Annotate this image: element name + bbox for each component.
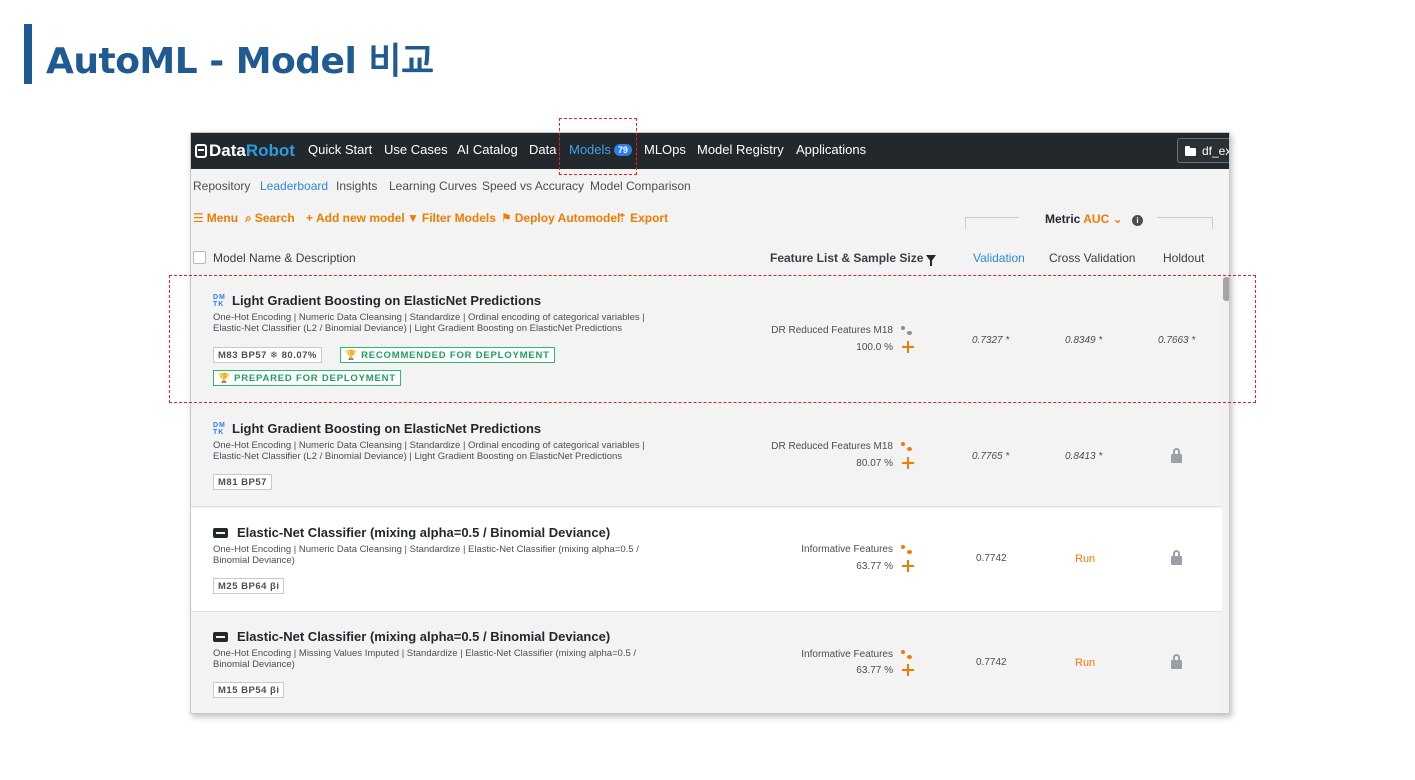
chevron-down-icon: ⌄ bbox=[1109, 212, 1123, 226]
add-sample-icon[interactable] bbox=[902, 560, 914, 572]
filter-icon: ▼ bbox=[407, 211, 419, 225]
funnel-icon[interactable] bbox=[926, 255, 937, 266]
model-id-tag: M15 BP54 βi bbox=[213, 682, 285, 698]
column-validation[interactable]: Validation bbox=[973, 251, 1025, 265]
elastic-net-icon bbox=[213, 528, 228, 538]
menu-icon: ☰ bbox=[193, 211, 204, 225]
column-holdout[interactable]: Holdout bbox=[1163, 251, 1204, 265]
slide-title: AutoML - Model 비교 bbox=[46, 41, 434, 82]
model-description: One-Hot Encoding | Missing Values Impute… bbox=[213, 648, 637, 670]
subnav-speed-vs-accuracy[interactable]: Speed vs Accuracy bbox=[482, 179, 584, 193]
search-button[interactable]: ⌕ Search bbox=[245, 211, 295, 226]
sample-size: 80.07 % bbox=[856, 458, 893, 469]
elastic-net-icon bbox=[213, 632, 228, 642]
nav-use-cases[interactable]: Use Cases bbox=[384, 142, 448, 157]
model-row[interactable]: Elastic-Net Classifier (mixing alpha=0.5… bbox=[191, 612, 1223, 713]
model-id-tag: M81 BP57 bbox=[213, 474, 272, 490]
top-model-highlight-box bbox=[169, 275, 1256, 403]
metric-divider-right bbox=[1157, 217, 1213, 229]
dmtk-icon: DM TK bbox=[213, 422, 226, 436]
nav-applications[interactable]: Applications bbox=[796, 142, 866, 157]
deploy-automodel-label: Deploy Automodel bbox=[514, 211, 621, 225]
add-new-model-button[interactable]: + Add new model bbox=[306, 211, 405, 225]
datarobot-window: Data Robot Quick Start Use Cases AI Catal… bbox=[190, 132, 1230, 714]
feature-list-name[interactable]: Informative Features bbox=[733, 649, 893, 660]
subnav-repository[interactable]: Repository bbox=[193, 179, 250, 193]
column-model-name[interactable]: Model Name & Description bbox=[213, 251, 356, 265]
top-navbar: Data Robot Quick Start Use Cases AI Catal… bbox=[191, 133, 1229, 169]
search-label: Search bbox=[254, 211, 295, 225]
datarobot-logo[interactable]: Data Robot bbox=[195, 140, 295, 162]
nav-model-registry[interactable]: Model Registry bbox=[697, 142, 784, 157]
add-sample-icon[interactable] bbox=[902, 457, 914, 469]
feature-list-name[interactable]: DR Reduced Features M18 bbox=[733, 441, 893, 452]
folder-icon bbox=[1185, 146, 1196, 156]
nav-data[interactable]: Data bbox=[529, 142, 556, 157]
model-row[interactable]: Elastic-Net Classifier (mixing alpha=0.5… bbox=[191, 508, 1223, 612]
column-cross-validation[interactable]: Cross Validation bbox=[1049, 251, 1135, 265]
model-id-tag: M25 BP64 βi bbox=[213, 578, 285, 594]
validation-score: 0.7742 bbox=[976, 657, 1007, 668]
metric-selector[interactable]: Metric AUC ⌄ i bbox=[1045, 212, 1143, 226]
subnav-model-comparison[interactable]: Model Comparison bbox=[590, 179, 691, 193]
column-feature-list[interactable]: Feature List & Sample Size bbox=[770, 251, 937, 266]
lock-icon[interactable] bbox=[1171, 448, 1182, 463]
model-row[interactable]: DM TK Light Gradient Boosting on ElasticN… bbox=[191, 404, 1223, 507]
lock-icon[interactable] bbox=[1171, 550, 1182, 565]
project-selector[interactable]: df_exp bbox=[1177, 138, 1229, 163]
feature-list-icon[interactable] bbox=[901, 545, 913, 555]
lock-icon[interactable] bbox=[1171, 654, 1182, 669]
deploy-automodel-button[interactable]: ⚑ Deploy Automodel bbox=[501, 211, 620, 225]
robot-logo-icon bbox=[195, 144, 207, 158]
menu-label: Menu bbox=[206, 211, 239, 225]
project-name: df_exp bbox=[1202, 144, 1229, 158]
metric-label: Metric bbox=[1045, 212, 1081, 226]
run-cross-validation-link[interactable]: Run bbox=[1075, 553, 1095, 565]
add-sample-icon[interactable] bbox=[902, 664, 914, 676]
column-feature-list-label: Feature List & Sample Size bbox=[770, 251, 924, 265]
search-icon: ⌕ bbox=[245, 211, 252, 225]
add-new-model-label: Add new model bbox=[316, 211, 405, 225]
info-icon[interactable]: i bbox=[1131, 215, 1143, 226]
export-label: Export bbox=[630, 211, 669, 225]
run-cross-validation-link[interactable]: Run bbox=[1075, 657, 1095, 669]
logo-text-robot: Robot bbox=[245, 141, 295, 160]
menu-button[interactable]: ☰ Menu bbox=[193, 211, 238, 225]
validation-score: 0.7765 * bbox=[972, 451, 1010, 462]
model-title[interactable]: Elastic-Net Classifier (mixing alpha=0.5… bbox=[237, 525, 610, 540]
nav-quick-start[interactable]: Quick Start bbox=[308, 142, 372, 157]
nav-ai-catalog[interactable]: AI Catalog bbox=[457, 142, 518, 157]
cross-validation-score: 0.8413 * bbox=[1065, 451, 1103, 462]
feature-list-name[interactable]: Informative Features bbox=[733, 544, 893, 555]
sample-size: 63.77 % bbox=[856, 665, 893, 676]
select-all-checkbox[interactable] bbox=[193, 251, 206, 264]
export-button[interactable]: ⇡ Export bbox=[617, 211, 668, 225]
feature-list-icon[interactable] bbox=[901, 650, 913, 660]
filter-models-label: Filter Models bbox=[421, 211, 496, 225]
filter-models-button[interactable]: ▼ Filter Models bbox=[407, 211, 496, 225]
validation-score: 0.7742 bbox=[976, 553, 1007, 564]
model-description: One-Hot Encoding | Numeric Data Cleansin… bbox=[213, 544, 639, 566]
feature-list-icon[interactable] bbox=[901, 442, 913, 452]
model-title[interactable]: Elastic-Net Classifier (mixing alpha=0.5… bbox=[237, 629, 610, 644]
nav-mlops[interactable]: MLOps bbox=[644, 142, 686, 157]
model-description: One-Hot Encoding | Numeric Data Cleansin… bbox=[213, 440, 645, 462]
sample-size: 63.77 % bbox=[856, 561, 893, 572]
subnav-leaderboard[interactable]: Leaderboard bbox=[260, 179, 328, 193]
subnav-learning-curves[interactable]: Learning Curves bbox=[389, 179, 477, 193]
flag-icon: ⚑ bbox=[501, 211, 512, 225]
export-icon: ⇡ bbox=[617, 211, 628, 225]
subnav-insights[interactable]: Insights bbox=[336, 179, 377, 193]
metric-value: AUC bbox=[1083, 212, 1110, 226]
plus-icon: + bbox=[306, 211, 314, 225]
model-title[interactable]: Light Gradient Boosting on ElasticNet Pr… bbox=[232, 421, 541, 436]
models-highlight-box bbox=[559, 118, 637, 175]
metric-divider-left bbox=[965, 217, 1019, 229]
title-accent-bar bbox=[24, 24, 32, 84]
logo-text-data: Data bbox=[209, 141, 246, 160]
